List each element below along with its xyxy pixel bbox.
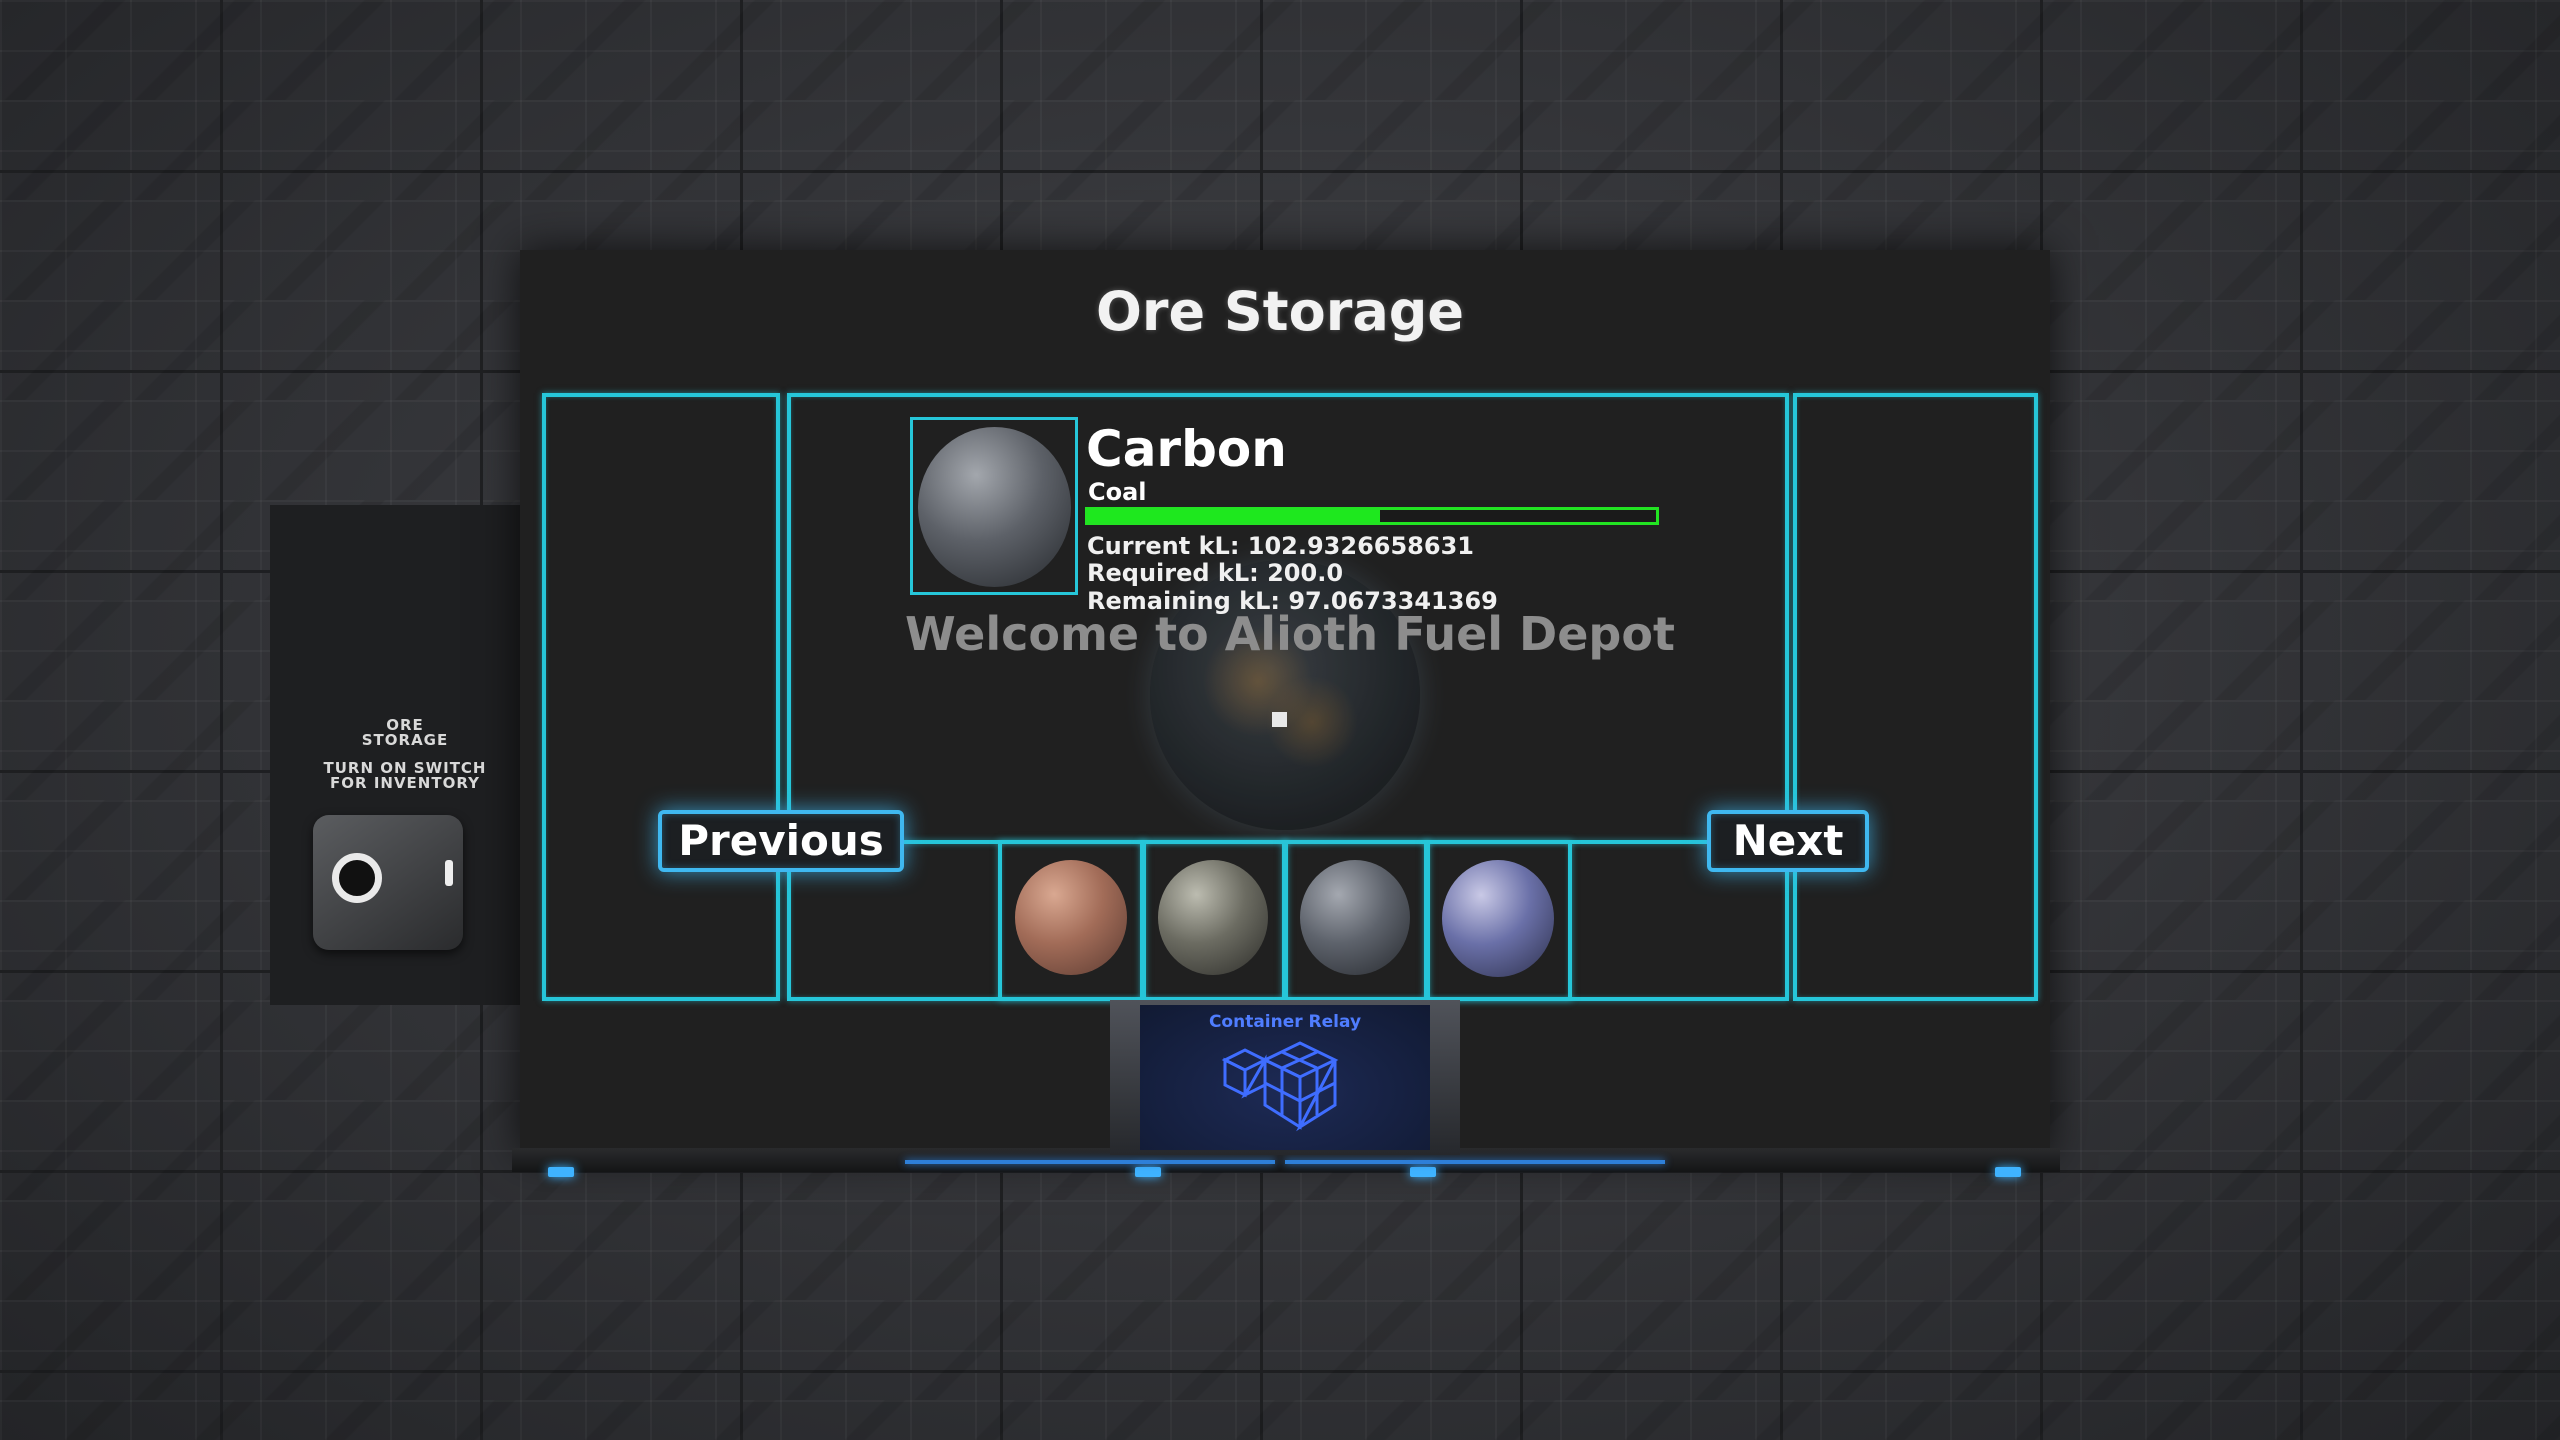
base-strip <box>1285 1160 1665 1164</box>
switch-power-icon[interactable] <box>332 853 382 903</box>
ore-subtype: Coal <box>1088 478 1147 506</box>
next-button[interactable]: Next <box>1707 810 1869 872</box>
base-light <box>1410 1167 1436 1177</box>
blue-ore-icon[interactable] <box>1442 860 1554 977</box>
current-kl-text: Current kL: 102.9326658631 <box>1087 532 1474 560</box>
mottled-ore-icon[interactable] <box>1158 860 1268 975</box>
side-panel-line-storage: STORAGE <box>361 731 449 749</box>
screen-title: Ore Storage <box>1095 280 1465 343</box>
base-light <box>1135 1167 1161 1177</box>
gray-ore-icon[interactable] <box>1300 860 1410 975</box>
cubes-icon <box>1221 1041 1339 1132</box>
container-relay-label: Container Relay <box>1208 1012 1362 1032</box>
base-strip <box>905 1160 1275 1164</box>
fuel-progress-bar <box>1085 507 1659 525</box>
copper-ore-icon[interactable] <box>1015 860 1127 975</box>
required-kl-text: Required kL: 200.0 <box>1087 559 1344 587</box>
carbon-ore-icon <box>918 427 1071 587</box>
welcome-message: Welcome to Alioth Fuel Depot <box>905 607 1675 661</box>
side-panel-line-inventory: FOR INVENTORY <box>330 774 480 792</box>
ore-name: Carbon <box>1086 420 1287 478</box>
base-light <box>1995 1167 2021 1177</box>
fuel-progress-fill <box>1088 510 1381 522</box>
left-frame <box>542 393 780 1001</box>
cursor-dot <box>1272 712 1287 727</box>
base-light <box>548 1167 574 1177</box>
right-frame <box>1793 393 2038 1001</box>
previous-button[interactable]: Previous <box>658 810 904 872</box>
switch-indicator <box>445 860 453 886</box>
